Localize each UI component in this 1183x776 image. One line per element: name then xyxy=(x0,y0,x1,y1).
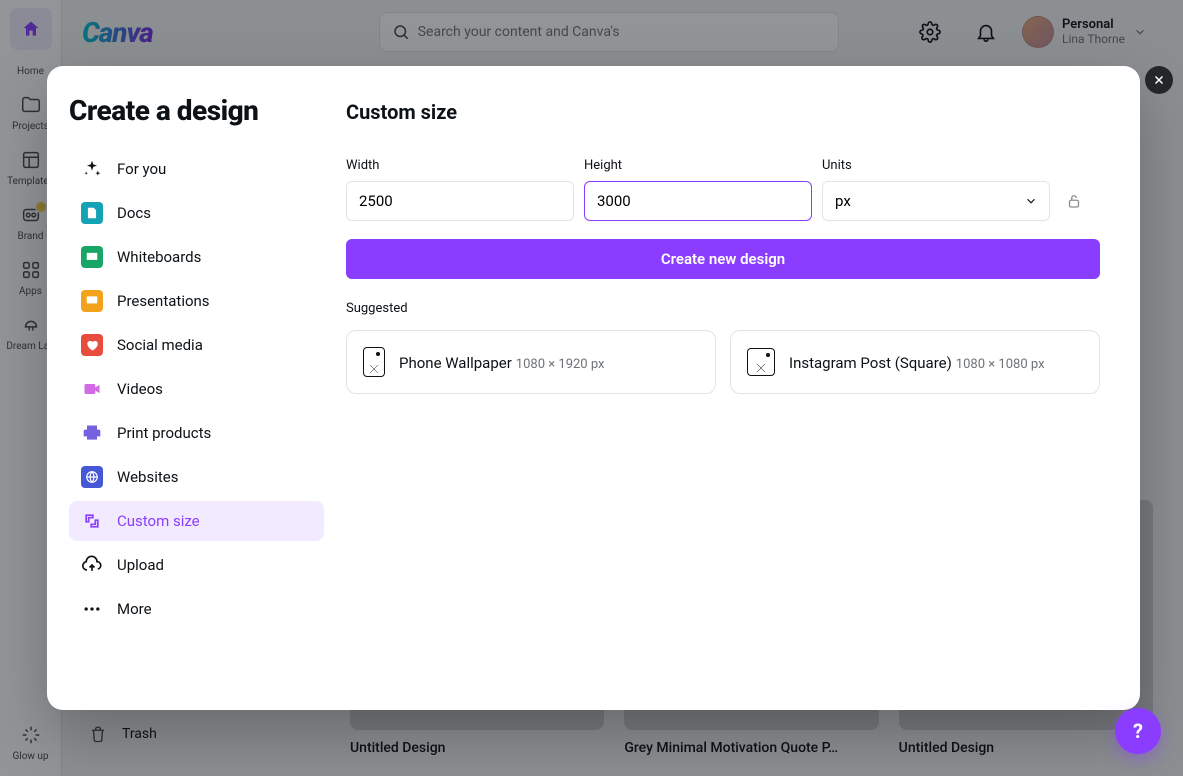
help-button[interactable]: ? xyxy=(1115,708,1161,754)
nav-for-you[interactable]: For you xyxy=(69,149,324,189)
width-label: Width xyxy=(346,158,574,173)
globe-icon xyxy=(81,466,103,488)
nav-label: Websites xyxy=(117,468,178,486)
suggested-name: Phone Wallpaper xyxy=(399,354,512,372)
nav-label: Print products xyxy=(117,424,211,442)
nav-print-products[interactable]: Print products xyxy=(69,413,324,453)
suggested-label: Suggested xyxy=(346,301,1100,316)
width-input[interactable] xyxy=(346,181,574,221)
modal-content: Custom size Width Height Units px xyxy=(346,66,1140,710)
size-controls: Width Height Units px xyxy=(346,158,1100,221)
units-label: Units xyxy=(822,158,1050,173)
height-input[interactable] xyxy=(584,181,812,221)
presentation-icon xyxy=(81,290,103,312)
nav-whiteboards[interactable]: Whiteboards xyxy=(69,237,324,277)
docs-icon xyxy=(81,202,103,224)
suggested-instagram-post[interactable]: Instagram Post (Square) 1080 × 1080 px xyxy=(730,330,1100,394)
nav-label: Presentations xyxy=(117,292,210,310)
suggested-phone-wallpaper[interactable]: Phone Wallpaper 1080 × 1920 px xyxy=(346,330,716,394)
height-label: Height xyxy=(584,158,812,173)
lock-icon xyxy=(1065,192,1083,210)
nav-label: Whiteboards xyxy=(117,248,201,266)
nav-label: More xyxy=(117,600,152,618)
portrait-icon xyxy=(363,347,385,377)
video-icon xyxy=(81,378,103,400)
units-select[interactable]: px xyxy=(822,181,1050,221)
nav-presentations[interactable]: Presentations xyxy=(69,281,324,321)
nav-videos[interactable]: Videos xyxy=(69,369,324,409)
suggested-dims: 1080 × 1080 px xyxy=(956,357,1045,372)
nav-label: Upload xyxy=(117,556,164,574)
print-icon xyxy=(81,422,103,444)
heart-icon xyxy=(81,334,103,356)
section-title: Custom size xyxy=(346,100,1100,124)
upload-icon xyxy=(81,554,103,576)
more-icon xyxy=(81,598,103,620)
custom-size-icon xyxy=(81,510,103,532)
suggested-dims: 1080 × 1920 px xyxy=(516,357,605,372)
nav-custom-size[interactable]: Custom size xyxy=(69,501,324,541)
create-design-modal: Create a design For you Docs Whiteboards… xyxy=(47,66,1140,710)
nav-label: Social media xyxy=(117,336,203,354)
nav-more[interactable]: More xyxy=(69,589,324,629)
whiteboard-icon xyxy=(81,246,103,268)
close-modal-button[interactable] xyxy=(1145,66,1173,94)
square-icon xyxy=(747,348,775,376)
sparkles-icon xyxy=(81,158,103,180)
nav-social-media[interactable]: Social media xyxy=(69,325,324,365)
nav-websites[interactable]: Websites xyxy=(69,457,324,497)
create-new-design-button[interactable]: Create new design xyxy=(346,239,1100,279)
nav-label: Videos xyxy=(117,380,163,398)
close-icon xyxy=(1152,73,1166,87)
suggested-name: Instagram Post (Square) xyxy=(789,354,952,372)
nav-label: Custom size xyxy=(117,512,200,530)
help-label: ? xyxy=(1133,719,1143,743)
nav-docs[interactable]: Docs xyxy=(69,193,324,233)
modal-title: Create a design xyxy=(69,94,324,127)
nav-label: Docs xyxy=(117,204,151,222)
nav-label: For you xyxy=(117,160,166,178)
modal-sidebar: Create a design For you Docs Whiteboards… xyxy=(47,66,346,710)
lock-aspect-button[interactable] xyxy=(1060,181,1088,221)
nav-upload[interactable]: Upload xyxy=(69,545,324,585)
